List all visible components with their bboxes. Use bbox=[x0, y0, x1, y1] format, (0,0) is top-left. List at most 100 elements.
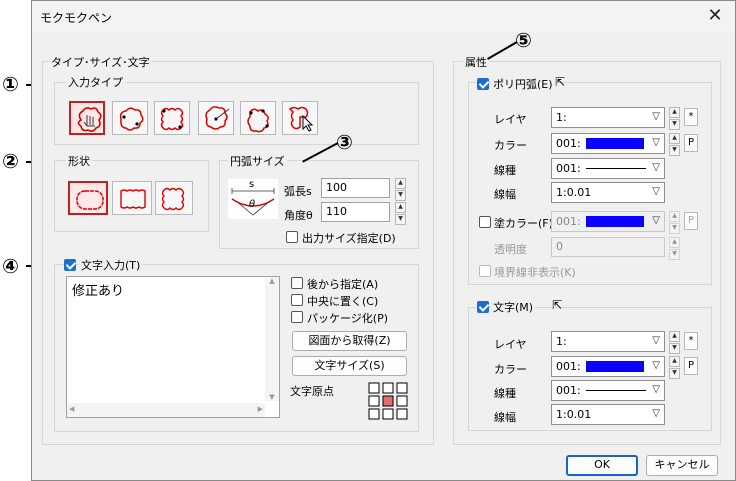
arc-length-spin[interactable]: ▲ ▼ bbox=[395, 178, 406, 201]
poly-linetype-value: 001: bbox=[556, 162, 581, 175]
shape-wave-button[interactable] bbox=[112, 181, 152, 215]
poly-arc-checkbox[interactable] bbox=[477, 78, 489, 90]
poly-color-p-button[interactable]: P bbox=[684, 134, 698, 152]
text-color-select[interactable]: 001: ▽ bbox=[551, 356, 665, 377]
chevron-down-icon: ▽ bbox=[652, 384, 660, 395]
scroll-up-icon[interactable]: ▲ bbox=[265, 277, 279, 285]
text-layer-select[interactable]: 1: ▽ bbox=[551, 331, 665, 352]
callout-4: ④ bbox=[2, 254, 19, 278]
poly-layer-star-button[interactable]: * bbox=[684, 108, 698, 126]
text-input-checkbox[interactable] bbox=[64, 259, 76, 271]
chevron-down-icon: ▽ bbox=[652, 111, 660, 122]
text-layer-spin[interactable]: ▲ ▼ bbox=[669, 331, 680, 354]
text-size-button[interactable]: 文字サイズ(S) bbox=[292, 356, 407, 376]
arc-size-label: 円弧サイズ bbox=[228, 153, 287, 169]
text-layer-value: 1: bbox=[556, 335, 567, 348]
fill-color-select[interactable]: 001: ▽ bbox=[551, 211, 665, 232]
output-size-checkbox[interactable] bbox=[286, 231, 298, 243]
text-color-spin[interactable]: ▲ ▼ bbox=[669, 356, 680, 379]
text-color-swatch bbox=[586, 361, 644, 372]
text-content-area[interactable]: 修正あり ▲ ▼ ◀ ▶ bbox=[66, 276, 280, 418]
chevron-down-icon: ▽ bbox=[652, 162, 660, 173]
text-color-p-button[interactable]: P bbox=[684, 357, 698, 375]
input-type-center-button[interactable] bbox=[198, 101, 234, 135]
transparency-label: 透明度 bbox=[494, 243, 527, 256]
chevron-down-icon: ▽ bbox=[652, 215, 660, 226]
text-linewidth-select[interactable]: 1:0.01 ▽ bbox=[551, 404, 665, 425]
close-icon[interactable]: ✕ bbox=[703, 5, 727, 27]
poly-color-code: 001: bbox=[556, 137, 581, 150]
fill-color-code: 001: bbox=[556, 215, 581, 228]
shape-round-button[interactable] bbox=[68, 181, 108, 215]
text-origin-label: 文字原点 bbox=[290, 385, 334, 398]
shape-scallop-button[interactable] bbox=[155, 181, 193, 215]
type-size-text-group-title: タイプ･サイズ･文字 bbox=[49, 54, 152, 70]
fill-color-spin[interactable]: ▲ ▼ bbox=[669, 211, 680, 234]
poly-color-select[interactable]: 001: ▽ bbox=[551, 133, 665, 154]
text-input-label: 文字入力(T) bbox=[79, 257, 143, 273]
text-attr-label: 文字(M) bbox=[491, 299, 536, 315]
text-attr-checkbox[interactable] bbox=[477, 301, 489, 313]
cancel-button[interactable]: キャンセル bbox=[646, 455, 718, 476]
poly-linetype-label: 線種 bbox=[494, 164, 516, 177]
fill-color-checkbox[interactable] bbox=[479, 216, 491, 228]
arc-diagram: s θ bbox=[228, 179, 278, 219]
text-origin-grid[interactable] bbox=[368, 382, 408, 420]
angle-input[interactable]: 110 bbox=[321, 202, 390, 222]
vertical-scrollbar[interactable]: ▲ ▼ bbox=[265, 277, 279, 401]
callout-5: ⑤ bbox=[515, 28, 532, 52]
poly-layer-spin[interactable]: ▲ ▼ bbox=[669, 107, 680, 130]
chevron-down-icon: ▽ bbox=[652, 137, 660, 148]
fill-color-swatch bbox=[586, 216, 644, 227]
scroll-right-icon[interactable]: ▶ bbox=[258, 405, 263, 413]
input-type-cursor-button[interactable] bbox=[282, 101, 318, 135]
poly-linewidth-select[interactable]: 1:0.01 ▽ bbox=[551, 182, 665, 203]
line-sample bbox=[586, 168, 646, 169]
ok-button[interactable]: OK bbox=[566, 455, 638, 476]
line-sample bbox=[586, 390, 646, 391]
dialog-window: モクモクペン ✕ タイプ･サイズ･文字 入力タイプ 形状 円弧サイズ s θ 弧… bbox=[31, 0, 736, 481]
input-type-hand-button[interactable] bbox=[69, 101, 105, 135]
output-size-label: 出力サイズ指定(D) bbox=[302, 232, 396, 245]
center-checkbox[interactable] bbox=[291, 294, 303, 306]
angle-spin[interactable]: ▲ ▼ bbox=[395, 202, 406, 225]
attribute-title: 属性 bbox=[463, 54, 489, 70]
text-layer-star-button[interactable]: * bbox=[684, 332, 698, 350]
horizontal-scrollbar[interactable]: ◀ ▶ bbox=[67, 403, 265, 417]
poly-layer-select[interactable]: 1: ▽ bbox=[551, 107, 665, 128]
arc-length-label: 弧長s bbox=[284, 185, 312, 198]
text-layer-label: レイヤ bbox=[494, 338, 527, 351]
cursor-icon[interactable]: ⇱ bbox=[552, 298, 562, 312]
text-linetype-select[interactable]: 001: ▽ bbox=[551, 380, 665, 401]
arc-length-input[interactable]: 100 bbox=[321, 178, 390, 198]
callout-1: ① bbox=[2, 72, 19, 96]
text-linewidth-label: 線幅 bbox=[494, 411, 516, 424]
fill-color-p-button[interactable]: P bbox=[684, 212, 698, 230]
chevron-down-icon: ▽ bbox=[652, 186, 660, 197]
poly-color-swatch bbox=[586, 138, 644, 149]
get-from-drawing-button[interactable]: 図面から取得(Z) bbox=[292, 331, 407, 351]
window-title: モクモクペン bbox=[40, 11, 113, 25]
poly-color-spin[interactable]: ▲ ▼ bbox=[669, 133, 680, 156]
callout-5-line bbox=[487, 41, 518, 60]
input-type-square-button[interactable] bbox=[154, 101, 190, 135]
poly-linetype-select[interactable]: 001: ▽ bbox=[551, 158, 665, 179]
package-checkbox[interactable] bbox=[291, 311, 303, 323]
transparency-input[interactable]: 0 bbox=[551, 237, 665, 257]
specify-later-checkbox[interactable] bbox=[291, 277, 303, 289]
input-type-poly-button[interactable] bbox=[240, 101, 276, 135]
poly-linewidth-value: 1:0.01 bbox=[556, 186, 592, 199]
scroll-left-icon[interactable]: ◀ bbox=[69, 405, 74, 413]
input-type-rect-button[interactable] bbox=[112, 101, 148, 135]
specify-later-label: 後から指定(A) bbox=[307, 278, 379, 291]
title-bar: モクモクペン ✕ bbox=[32, 1, 735, 32]
chevron-down-icon: ▽ bbox=[652, 335, 660, 346]
poly-layer-label: レイヤ bbox=[494, 113, 527, 126]
transparency-spin[interactable]: ▲ ▼ bbox=[669, 237, 680, 260]
cursor-icon[interactable]: ⇱ bbox=[555, 75, 565, 89]
text-linewidth-value: 1:0.01 bbox=[556, 408, 592, 421]
hide-border-checkbox[interactable] bbox=[479, 265, 491, 277]
scroll-down-icon[interactable]: ▼ bbox=[265, 393, 279, 401]
angle-label: 角度θ bbox=[284, 209, 313, 222]
text-linetype-label: 線種 bbox=[494, 387, 516, 400]
